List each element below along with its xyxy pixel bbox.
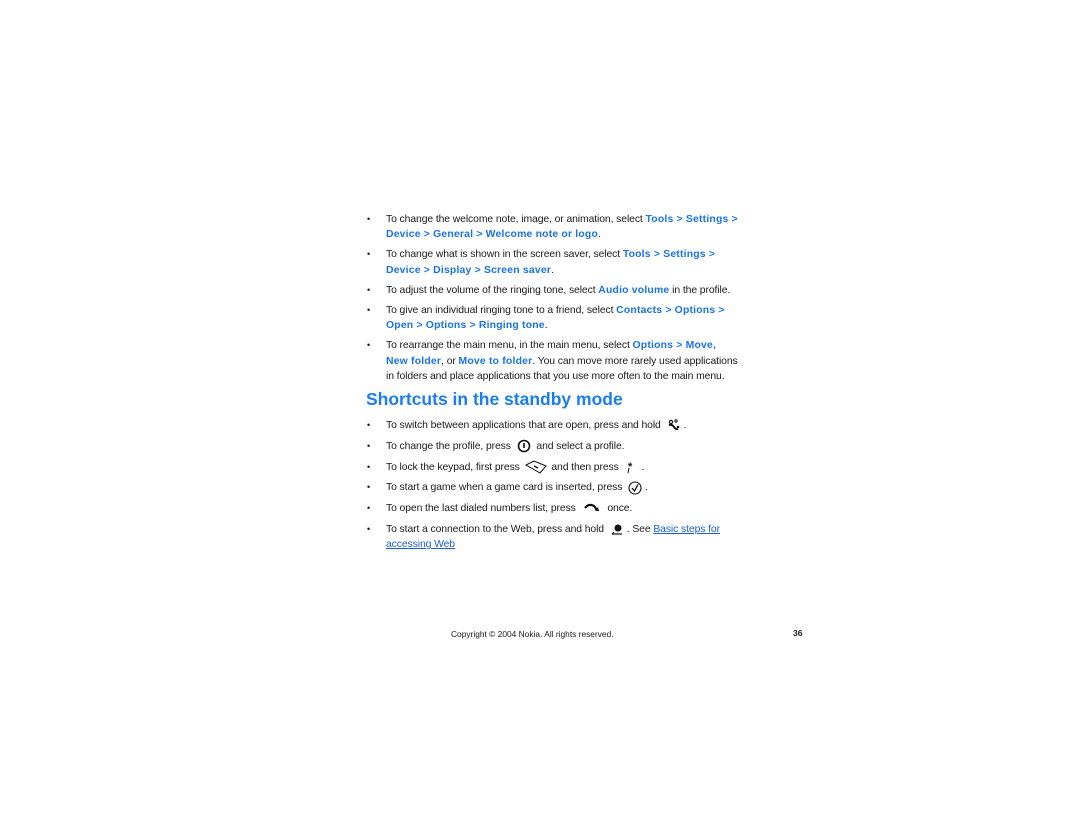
item-text: . See: [626, 524, 654, 536]
list-item: • To start a connection to the Web, press…: [366, 522, 738, 552]
item-text: .: [641, 461, 645, 473]
page-number: 36: [793, 628, 803, 638]
list-item: • To give an individual ringing tone to a…: [366, 303, 738, 333]
item-text: and select a profile.: [533, 440, 625, 452]
bullet: •: [367, 249, 371, 260]
item-text: To rearrange the main menu, in the main …: [386, 340, 633, 352]
star-key-icon: *: [623, 460, 639, 474]
bullet: •: [367, 524, 371, 535]
list-item: • To change the profile, press and select…: [366, 439, 738, 454]
section-heading: Shortcuts in the standby mode: [366, 389, 623, 410]
list-item: • To change what is shown in the screen s…: [366, 247, 738, 277]
list-item: • To open the last dialed numbers list, p…: [366, 501, 738, 516]
item-text: .: [683, 420, 687, 432]
shortcuts-list: • To switch between applications that are…: [366, 418, 738, 552]
list-item: • To adjust the volume of the ringing ton…: [366, 283, 738, 298]
menu-path: Options > Move,: [632, 340, 717, 352]
menu-path: New folder: [386, 355, 442, 367]
ok-key-icon: [627, 481, 643, 495]
item-text: and then press: [548, 461, 622, 473]
menu-path: Move to folder: [458, 355, 533, 367]
left-selection-key-icon: [524, 460, 547, 474]
item-text: To change what is shown in the screen sa…: [386, 249, 623, 261]
item-text: To lock the keypad, first press: [386, 461, 523, 473]
tips-list: • To change the welcome note, image, or a…: [366, 212, 738, 384]
item-text: .: [645, 482, 648, 494]
bullet: •: [367, 214, 371, 224]
bullet: •: [367, 340, 371, 351]
item-text: To start a connection to the Web, press …: [386, 524, 607, 536]
item-text: .: [598, 229, 601, 241]
bullet: •: [367, 284, 371, 295]
item-text: .: [551, 264, 554, 276]
item-text: To change the profile, press: [386, 440, 514, 452]
menu-path: Audio volume: [598, 284, 670, 296]
item-text: once.: [604, 503, 633, 515]
bullet: •: [367, 503, 371, 514]
call-key-icon: [581, 501, 603, 515]
bullet: •: [367, 440, 371, 451]
zero-key-icon: [609, 522, 625, 536]
copyright-footer: Copyright © 2004 Nokia. All rights reser…: [451, 629, 614, 639]
item-text: To start a game when a game card is inse…: [386, 482, 626, 494]
item-text: in the profile.: [669, 284, 731, 296]
list-item: • To switch between applications that are…: [366, 418, 738, 433]
bullet: •: [367, 461, 371, 472]
list-item: • To change the welcome note, image, or a…: [366, 212, 738, 242]
list-item: • To start a game when a game card is ins…: [366, 480, 738, 495]
menu-key-icon: [666, 418, 682, 432]
item-text: To adjust the volume of the ringing tone…: [386, 284, 599, 296]
item-text: .: [544, 320, 548, 332]
bullet: •: [367, 305, 371, 316]
list-item: • To lock the keypad, first press and the…: [366, 460, 738, 475]
list-item: • To rearrange the main menu, in the main…: [366, 338, 738, 384]
page-content: • To change the welcome note, image, or a…: [366, 212, 738, 558]
bullet: •: [367, 482, 371, 493]
item-text: To give an individual ringing tone to a …: [386, 305, 617, 317]
power-key-icon: [516, 439, 532, 453]
bullet: •: [367, 420, 371, 431]
item-text: , or: [441, 355, 459, 367]
item-text: To change the welcome note, image, or an…: [386, 214, 646, 225]
item-text: To open the last dialed numbers list, pr…: [386, 503, 579, 515]
item-text: To switch between applications that are …: [386, 420, 664, 432]
